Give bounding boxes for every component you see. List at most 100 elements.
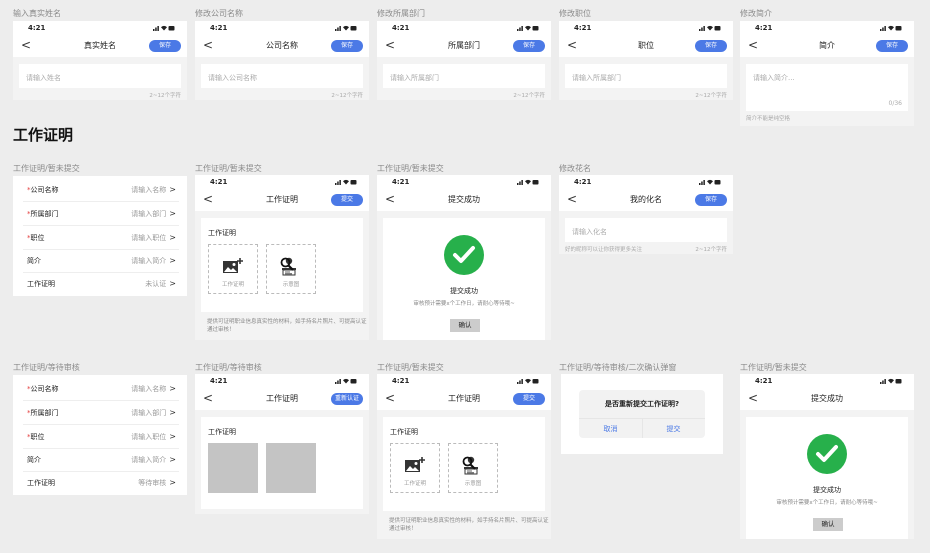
position-input[interactable]: 请输入所属部门 [565,64,727,88]
status-time: 4:21 [210,377,228,385]
caption-input-real-name: 输入真实姓名 [13,9,61,18]
signal-wifi-battery-icon [335,25,357,31]
upload-label: 工作证明 [403,481,426,487]
chevron-right-icon: > [169,233,176,242]
form-row-work-proof[interactable]: 工作证明 未认证 > [23,272,179,295]
save-button[interactable]: 保存 [149,40,181,52]
nav-bar: < 所属部门 保存 [377,35,551,57]
form-row-company[interactable]: *公司名称 请输入名称 > [23,178,179,202]
row-label: 工作证明 [27,479,55,487]
nickname-tip: 好的昵称可以让你获得更多关注 [565,247,643,253]
proof-card: 工作证明 [201,417,363,509]
row-label: 简介 [27,456,41,464]
screen-company-name: 4:21 < 公司名称 保存 请输入公司名称 2~12个字符 [195,21,369,100]
recertify-button[interactable]: 重新认证 [330,393,363,405]
form-row-intro[interactable]: 简介 请输入简介 > [23,448,179,472]
row-value: 等待审核 [138,479,167,487]
magnifier-icon [462,456,476,470]
chevron-right-icon: > [169,478,176,487]
uploaded-image[interactable] [266,443,316,493]
section-title: 工作证明 [13,126,74,144]
nav-bar: < 提交成功 [377,189,551,211]
save-button[interactable]: 保存 [876,40,908,52]
upload-box[interactable]: 工作证明 [208,244,258,294]
row-label: 职位 [30,234,45,242]
uploaded-image[interactable] [208,443,258,493]
success-card: 提交成功 审核预计需要x个工作日，请耐心等待哦~ 确认 [383,218,545,340]
chevron-right-icon: > [169,384,176,393]
nickname-placeholder: 请输入化名 [572,228,607,236]
form-row-intro[interactable]: 简介 请输入简介 > [23,249,179,273]
status-bar: 4:21 [740,374,914,388]
status-time: 4:21 [210,24,228,32]
department-input[interactable]: 请输入所属部门 [383,64,545,88]
form-row-position[interactable]: *职位 请输入职位 > [23,425,179,449]
screen-department: 4:21 < 所属部门 保存 请输入所属部门 2~12个字符 [377,21,551,100]
dialog-submit-button[interactable]: 提交 [642,424,705,434]
submit-button[interactable]: 提交 [331,194,363,206]
profile-form-unsubmitted: *公司名称 请输入名称 > *所属部门 请输入部门 > *职位 请输入职位 > 简介 … [13,176,187,296]
name-placeholder: 请输入姓名 [26,74,61,82]
save-button[interactable]: 保存 [513,40,545,52]
dialog-cancel-button[interactable]: 取消 [579,424,642,434]
save-button[interactable]: 保存 [331,40,363,52]
sample-box[interactable]: 示意图 [266,244,316,294]
row-label: 工作证明 [27,280,55,288]
status-time: 4:21 [392,377,410,385]
name-input[interactable]: 请输入姓名 [19,64,181,88]
form-row-position[interactable]: *职位 请输入职位 > [23,226,179,250]
position-placeholder: 请输入所属部门 [572,74,621,82]
caption-edit-nickname: 修改花名 [559,164,591,173]
confirm-button[interactable]: 确认 [450,319,480,332]
row-label: 公司名称 [30,385,59,393]
company-input[interactable]: 请输入公司名称 [201,64,363,88]
status-bar: 4:21 [377,374,551,388]
form-row-department[interactable]: *所属部门 请输入部门 > [23,202,179,226]
length-hint: 2~12个字符 [695,93,727,99]
nickname-input[interactable]: 请输入化名 [565,218,727,242]
confirm-button[interactable]: 确认 [813,518,843,531]
card-title: 工作证明 [208,428,236,436]
nav-bar: < 简介 保存 [740,35,914,57]
success-check-icon [444,235,484,275]
chevron-right-icon: > [169,408,176,417]
status-time: 4:21 [28,24,46,32]
sample-box[interactable]: 示意图 [448,443,498,493]
nav-bar: < 提交成功 [740,388,914,410]
signal-wifi-battery-icon [335,179,357,185]
page-title: 提交成功 [448,195,480,204]
department-placeholder: 请输入所属部门 [390,74,439,82]
caption-proof-pending: 工作证明/等待审核 [13,363,80,372]
profile-form-pending: *公司名称 请输入名称 > *所属部门 请输入部门 > *职位 请输入职位 > 简介 … [13,375,187,495]
upload-box[interactable]: 工作证明 [390,443,440,493]
status-bar: 4:21 [195,374,369,388]
row-value: 未认证 [145,280,167,288]
submit-button[interactable]: 提交 [513,393,545,405]
signal-wifi-battery-icon [517,25,539,31]
sample-label: 示意图 [282,282,300,288]
screen-submit-success: 4:21 < 提交成功 提交成功 审核预计需要x个工作日，请耐心等待哦~ 确认 [377,175,551,340]
nav-bar: < 公司名称 保存 [195,35,369,57]
form-row-work-proof[interactable]: 工作证明 等待审核 > [23,471,179,494]
form-row-department[interactable]: *所属部门 请输入部门 > [23,401,179,425]
screen-position: 4:21 < 职位 保存 请输入所属部门 2~12个字符 [559,21,733,100]
nav-bar: < 职位 保存 [559,35,733,57]
length-hint: 2~12个字符 [331,93,363,99]
screen-confirm-dialog: 是否重新提交工作证明? 取消 提交 [561,374,723,454]
proof-card: 工作证明 工作证明 示意图 [201,218,363,312]
intro-textarea[interactable]: 请输入简介... 0/36 [746,64,908,111]
form-row-company[interactable]: *公司名称 请输入名称 > [23,377,179,401]
row-value: 请输入简介 [131,456,167,464]
row-value: 请输入部门 [131,210,167,218]
nav-bar: < 真实姓名 保存 [13,35,187,57]
status-bar: 4:21 [377,21,551,35]
add-image-icon [405,457,425,472]
save-button[interactable]: 保存 [695,194,727,206]
chevron-right-icon: > [169,432,176,441]
intro-placeholder: 请输入简介... [753,74,795,82]
intro-hint: 简介不能是纯空格 [746,116,791,122]
save-button[interactable]: 保存 [695,40,727,52]
chevron-right-icon: > [169,256,176,265]
success-card: 提交成功 审核预计需要x个工作日，请耐心等待哦~ 确认 [746,417,908,539]
proof-card: 工作证明 工作证明 示意图 [383,417,545,511]
